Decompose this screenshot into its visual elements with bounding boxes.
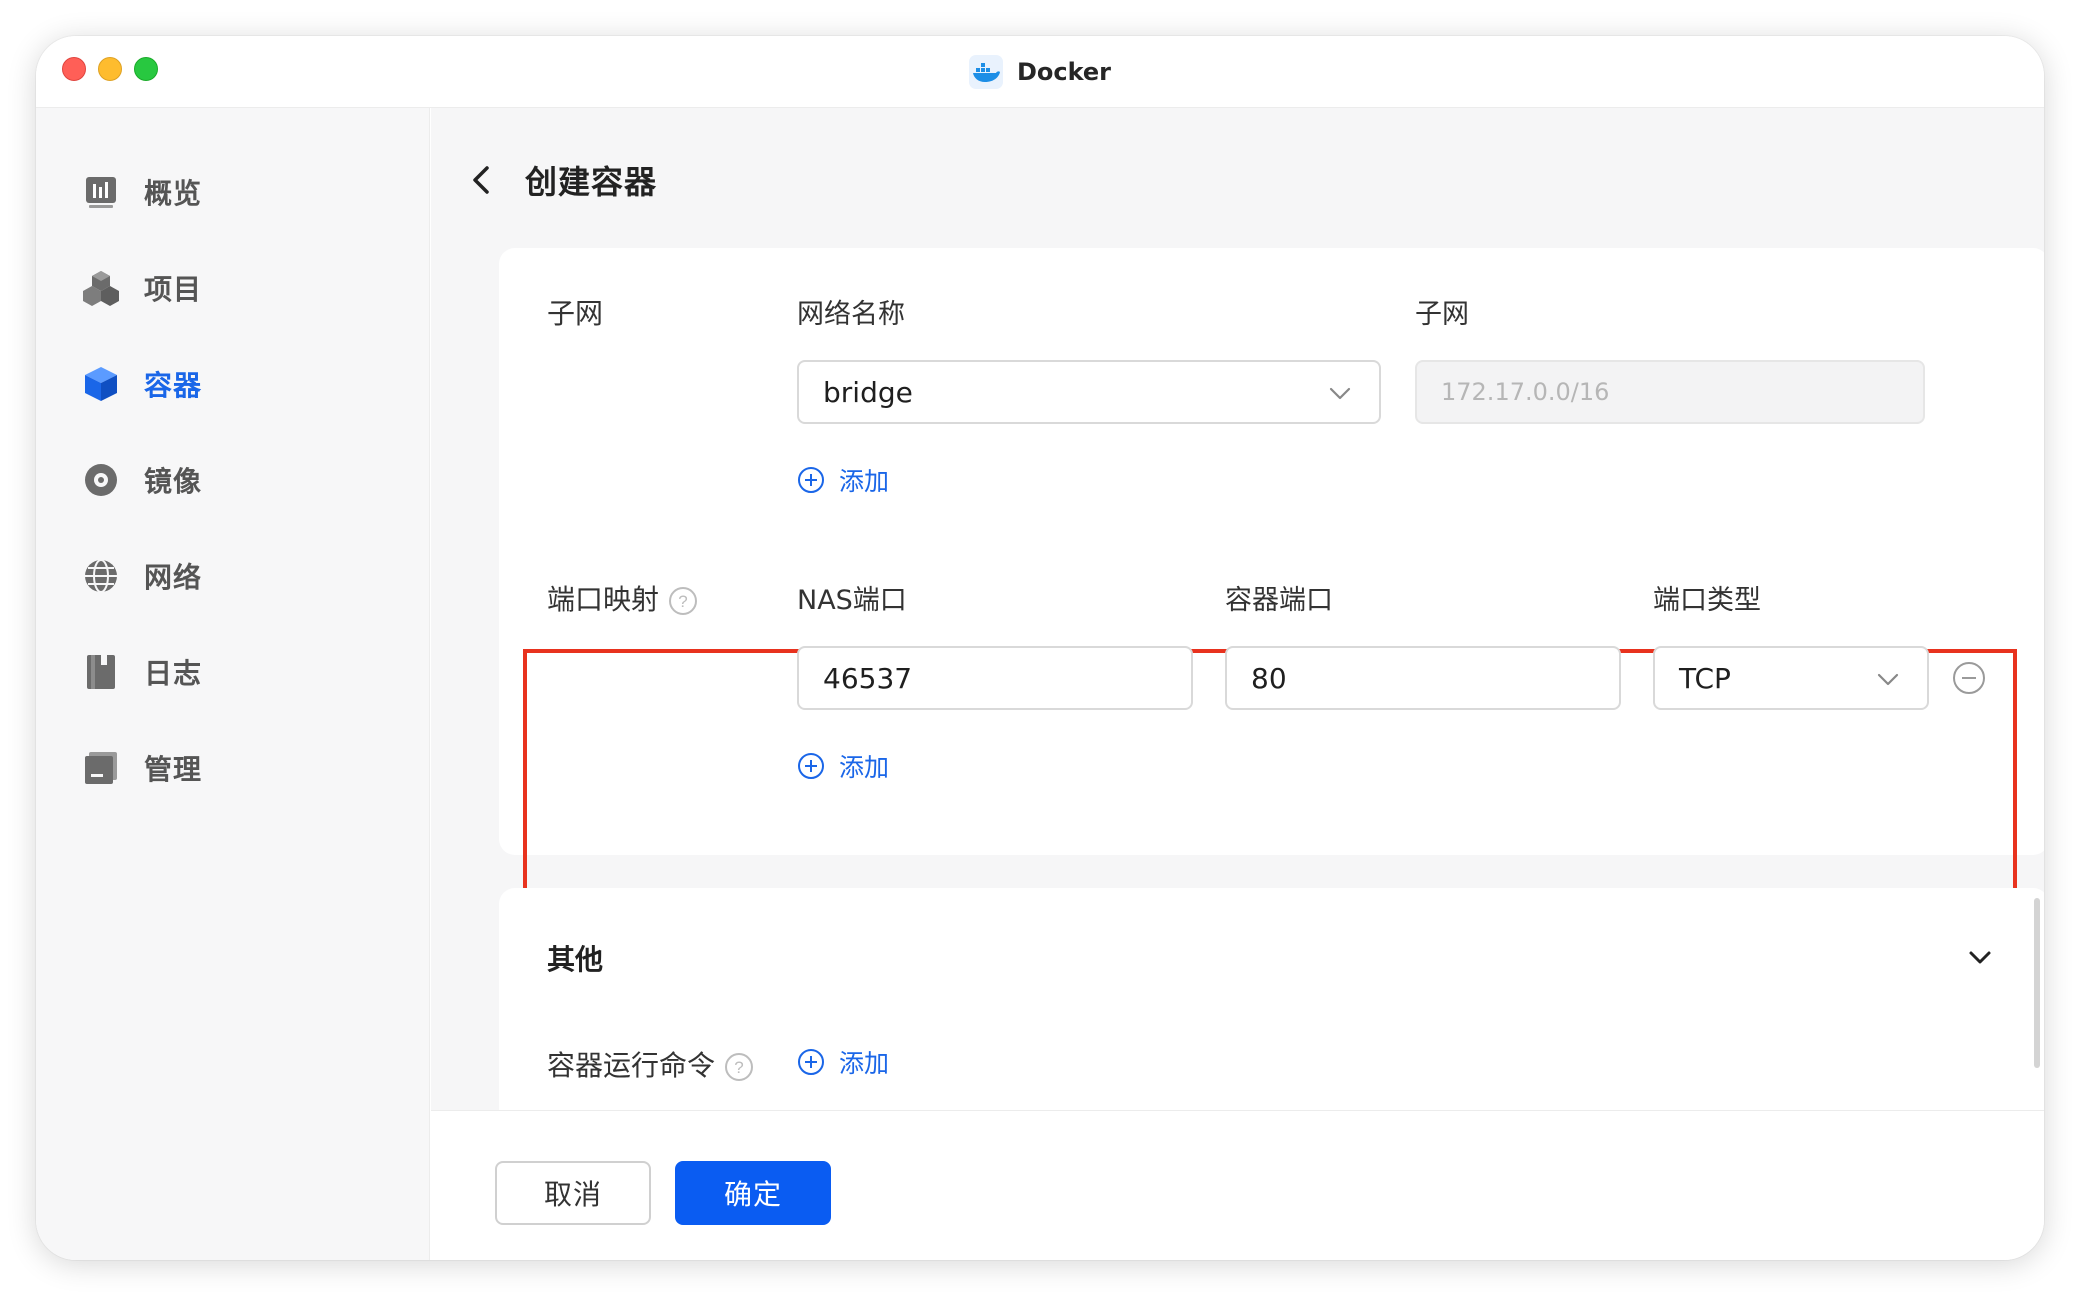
sidebar-item-network[interactable]: 网络 (82, 550, 382, 602)
scrollbar[interactable] (2034, 898, 2040, 1068)
manage-icon (82, 749, 120, 787)
other-section-title: 其他 (547, 943, 604, 976)
remove-port-icon[interactable] (1951, 660, 1987, 696)
plus-circle-icon (798, 1049, 824, 1075)
sidebar-item-manage[interactable]: 管理 (82, 742, 382, 794)
back-arrow-icon[interactable] (461, 160, 501, 200)
run-command-label-text: 容器运行命令 (547, 1049, 716, 1082)
chart-icon (82, 173, 120, 211)
add-network-label: 添加 (839, 467, 890, 496)
nas-port-input[interactable]: 46537 (797, 646, 1193, 710)
sidebar-item-logs[interactable]: 日志 (82, 646, 382, 698)
network-card: 子网 网络名称 子网 bridge 172.17.0.0/16 添加 端口映射 … (499, 248, 2044, 929)
window-title-group: Docker (36, 36, 2044, 108)
network-name-select[interactable]: bridge (797, 360, 1381, 424)
port-mapping-row-label: 端口映射 ? (547, 578, 698, 618)
add-command-button[interactable]: 添加 (797, 1044, 889, 1080)
add-network-button[interactable]: 添加 (797, 462, 889, 498)
container-port-value: 80 (1251, 661, 1287, 695)
nas-port-value: 46537 (823, 661, 913, 695)
subnet-row-label: 子网 (547, 297, 604, 330)
sidebar-item-containers[interactable]: 容器 (82, 358, 382, 410)
sidebar-item-label: 镜像 (144, 465, 203, 498)
title-bar: Docker (36, 36, 2044, 108)
chevron-down-icon[interactable] (1963, 940, 1997, 974)
nas-port-header: NAS端口 (797, 585, 907, 616)
port-type-value: TCP (1679, 661, 1731, 695)
main-content: 创建容器 子网 网络名称 子网 bridge 172.17.0.0/16 添加 … (431, 108, 2044, 1260)
sidebar-item-label: 容器 (144, 369, 203, 402)
app-window: Docker 概览 项目 容器 镜像 网络 日志 管理 创建容器 子网 网络名称… (36, 36, 2044, 1260)
confirm-button[interactable]: 确定 (675, 1161, 831, 1225)
sidebar-item-projects[interactable]: 项目 (82, 262, 382, 314)
disc-icon (82, 461, 120, 499)
container-port-header: 容器端口 (1225, 585, 1333, 616)
port-type-select[interactable]: TCP (1653, 646, 1929, 710)
chevron-down-icon (1329, 387, 1351, 400)
network-name-value: bridge (823, 375, 913, 409)
plus-circle-icon (798, 753, 824, 779)
docker-logo-icon (968, 55, 1003, 89)
sidebar-item-label: 网络 (144, 561, 203, 594)
cancel-button[interactable]: 取消 (495, 1161, 651, 1225)
svg-text:?: ? (678, 592, 687, 611)
subnet-value: 172.17.0.0/16 (1441, 378, 1610, 406)
sidebar-item-overview[interactable]: 概览 (82, 166, 382, 218)
cubes-icon (82, 269, 120, 307)
add-port-label: 添加 (839, 753, 890, 782)
help-icon[interactable]: ? (724, 1052, 754, 1082)
subnet-input: 172.17.0.0/16 (1415, 360, 1925, 424)
port-mapping-label-text: 端口映射 (547, 583, 660, 616)
sidebar: 概览 项目 容器 镜像 网络 日志 管理 (36, 108, 430, 1260)
network-name-header: 网络名称 (797, 299, 905, 330)
page-title: 创建容器 (525, 163, 658, 201)
sidebar-item-label: 管理 (144, 753, 203, 786)
window-title: Docker (1016, 58, 1112, 86)
sidebar-item-label: 项目 (144, 273, 203, 306)
port-type-header: 端口类型 (1653, 585, 1761, 616)
sidebar-item-label: 日志 (144, 657, 203, 690)
footer-bar: 取消 确定 (431, 1110, 2044, 1260)
sidebar-item-label: 概览 (144, 177, 203, 210)
log-book-icon (82, 653, 120, 691)
add-port-button[interactable]: 添加 (797, 748, 889, 784)
subnet-header: 子网 (1415, 299, 1469, 330)
globe-icon (82, 557, 120, 595)
page-header: 创建容器 (461, 148, 657, 212)
add-command-label: 添加 (839, 1049, 890, 1078)
svg-text:?: ? (734, 1058, 743, 1077)
container-icon (82, 365, 120, 403)
sidebar-item-images[interactable]: 镜像 (82, 454, 382, 506)
help-icon[interactable]: ? (668, 586, 698, 616)
plus-circle-icon (798, 467, 824, 493)
run-command-row-label: 容器运行命令 ? (547, 1044, 754, 1084)
container-port-input[interactable]: 80 (1225, 646, 1621, 710)
chevron-down-icon (1877, 673, 1899, 686)
